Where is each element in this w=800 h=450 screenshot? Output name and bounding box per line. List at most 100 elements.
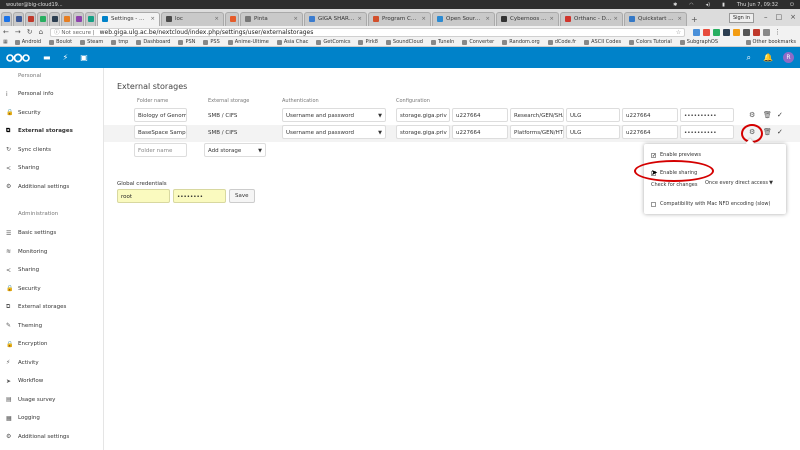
other-bookmarks[interactable]: Other bookmarks	[742, 39, 800, 45]
bookmark-item[interactable]: ASCII Codes	[580, 39, 625, 45]
extension-icon[interactable]	[712, 28, 720, 36]
sidebar-item-security[interactable]: 🔒 Security	[0, 280, 103, 299]
new-tab-button[interactable]: +	[687, 15, 702, 26]
sidebar-item-encryption[interactable]: 🔒 Encryption	[0, 335, 103, 354]
pinned-tab[interactable]	[1, 12, 12, 26]
extension-icon[interactable]	[692, 28, 700, 36]
browser-tab[interactable]	[225, 12, 239, 26]
checkbox-checked-icon[interactable]: ✓	[651, 152, 656, 158]
bookmark-item[interactable]: dCode.fr	[544, 39, 580, 45]
checkbox-unchecked-icon[interactable]	[651, 201, 656, 207]
not-secure-indicator[interactable]: ⓘ Not secure |	[54, 28, 95, 36]
mac-nfd-option[interactable]: Compatibility with Mac NFD encoding (slo…	[651, 201, 770, 207]
host-input[interactable]: storage.giga.priv	[396, 125, 450, 139]
sidebar-item-logging[interactable]: ▦ Logging	[0, 409, 103, 428]
trash-icon[interactable]: 🗑	[763, 128, 772, 136]
bookmark-item[interactable]: Dashboard	[132, 39, 174, 45]
browser-tab[interactable]: Orthanc - DICOM Serv×	[560, 12, 623, 26]
password-input[interactable]: ••••••••••	[680, 108, 734, 122]
sidebar-item-basic-settings[interactable]: ☰ Basic settings	[0, 224, 103, 243]
tab-close-icon[interactable]: ×	[357, 16, 362, 22]
avatar[interactable]: R	[783, 52, 794, 63]
sidebar-item-sharing[interactable]: < Sharing	[0, 261, 103, 280]
tab-close-icon[interactable]: ×	[293, 16, 298, 22]
auth-select[interactable]: Username and password ▼	[282, 125, 386, 139]
extension-icon[interactable]	[752, 28, 760, 36]
sidebar-item-sync-clients[interactable]: ↻ Sync clients	[0, 141, 103, 160]
trash-icon[interactable]: 🗑	[763, 111, 772, 119]
star-icon[interactable]: ☆	[676, 29, 681, 36]
browser-tab[interactable]: Settings - Nextcloud×	[97, 12, 160, 26]
new-folder-name-input[interactable]: Folder name	[134, 143, 187, 157]
minimize-icon[interactable]: –	[760, 13, 772, 21]
pinned-tab[interactable]	[25, 12, 36, 26]
share-user-input[interactable]: u227664	[452, 125, 508, 139]
maximize-icon[interactable]: □	[772, 13, 787, 21]
browser-tab[interactable]: loc ×	[161, 12, 224, 26]
browser-tab[interactable]: Quickstart — Orthanc×	[624, 12, 687, 26]
tab-close-icon[interactable]: ×	[677, 16, 682, 22]
bookmark-item[interactable]: Colors Tutorial	[625, 39, 676, 45]
tab-close-icon[interactable]: ×	[214, 16, 219, 22]
extension-icon[interactable]	[762, 28, 770, 36]
url-field[interactable]: ⓘ Not secure | web.giga.ulg.ac.be/nextcl…	[50, 27, 686, 37]
bookmark-item[interactable]: TuneIn	[427, 39, 458, 45]
bookmark-item[interactable]: SubgraphOS	[676, 39, 722, 45]
bookmark-item[interactable]: Asia Chac	[273, 39, 313, 45]
sidebar-item-security[interactable]: 🔒 Security	[0, 104, 103, 123]
domain-input[interactable]: ULG	[566, 125, 620, 139]
save-button[interactable]: Save	[229, 189, 255, 203]
sidebar-item-usage-survey[interactable]: ▤ Usage survey	[0, 391, 103, 410]
apps-icon[interactable]: ▦	[0, 39, 11, 45]
pinned-tab[interactable]	[37, 12, 48, 26]
browser-tab[interactable]: Pinta ×	[240, 12, 303, 26]
sidebar-item-additional-settings[interactable]: ⚙ Additional settings	[0, 178, 103, 197]
check-for-changes-select[interactable]: Once every direct access ▼	[702, 177, 776, 189]
bookmark-item[interactable]: Anime-Ultime	[224, 39, 273, 45]
host-input[interactable]: storage.giga.priv	[396, 108, 450, 122]
files-icon[interactable]: ▬	[43, 53, 51, 62]
tab-close-icon[interactable]: ×	[421, 16, 426, 22]
activity-icon[interactable]: ⚡	[63, 53, 69, 62]
domain-input[interactable]: ULG	[566, 108, 620, 122]
wifi-icon[interactable]: ◠	[683, 2, 699, 8]
bookmark-item[interactable]: GetComics	[312, 39, 354, 45]
sidebar-item-workflow[interactable]: ➤ Workflow	[0, 372, 103, 391]
browser-tab[interactable]: GIGA SHARE - GIGA×	[304, 12, 367, 26]
username-input[interactable]: u227664	[622, 108, 678, 122]
extension-icon[interactable]	[722, 28, 730, 36]
notifications-icon[interactable]: 🔔	[763, 53, 773, 62]
sidebar-item-external-storages[interactable]: ⧉ External storages	[0, 298, 103, 317]
search-icon[interactable]: ⌕	[747, 53, 751, 63]
nextcloud-logo-icon[interactable]	[5, 53, 31, 63]
sidebar-item-monitoring[interactable]: ≋ Monitoring	[0, 243, 103, 262]
tab-close-icon[interactable]: ×	[150, 16, 155, 22]
extension-icon[interactable]	[702, 28, 710, 36]
battery-icon[interactable]: ▮	[716, 2, 731, 8]
folder-name-input[interactable]: BaseSpace Sample	[134, 125, 187, 139]
pinned-tab[interactable]	[61, 12, 72, 26]
gear-icon[interactable]: ⚙	[749, 111, 755, 119]
enable-previews-option[interactable]: ✓ Enable previews	[651, 152, 701, 158]
sign-in-button[interactable]: Sign in	[728, 13, 754, 23]
pinned-tab[interactable]	[73, 12, 84, 26]
menu-icon[interactable]: ⋮	[771, 28, 784, 36]
pinned-tab[interactable]	[49, 12, 60, 26]
extension-icon[interactable]	[742, 28, 750, 36]
bookmark-item[interactable]: PSS	[199, 39, 223, 45]
sidebar-item-theming[interactable]: ✎ Theming	[0, 317, 103, 336]
bookmark-item[interactable]: Converter	[458, 39, 498, 45]
username-input[interactable]: u227664	[622, 125, 678, 139]
password-input[interactable]: ••••••••••	[680, 125, 734, 139]
auth-select[interactable]: Username and password ▼	[282, 108, 386, 122]
pinned-tab[interactable]	[85, 12, 96, 26]
sidebar-item-personal-info[interactable]: i Personal info	[0, 85, 103, 104]
browser-tab[interactable]: Cybernoos Software×	[496, 12, 559, 26]
bluetooth-icon[interactable]: ✱	[667, 2, 683, 8]
browser-tab[interactable]: Program Committee×	[368, 12, 431, 26]
forward-icon[interactable]: →	[12, 28, 24, 36]
share-user-input[interactable]: u227664	[452, 108, 508, 122]
sidebar-item-activity[interactable]: ⚡ Activity	[0, 354, 103, 373]
bookmark-item[interactable]: SoundCloud	[382, 39, 427, 45]
tab-close-icon[interactable]: ×	[549, 16, 554, 22]
